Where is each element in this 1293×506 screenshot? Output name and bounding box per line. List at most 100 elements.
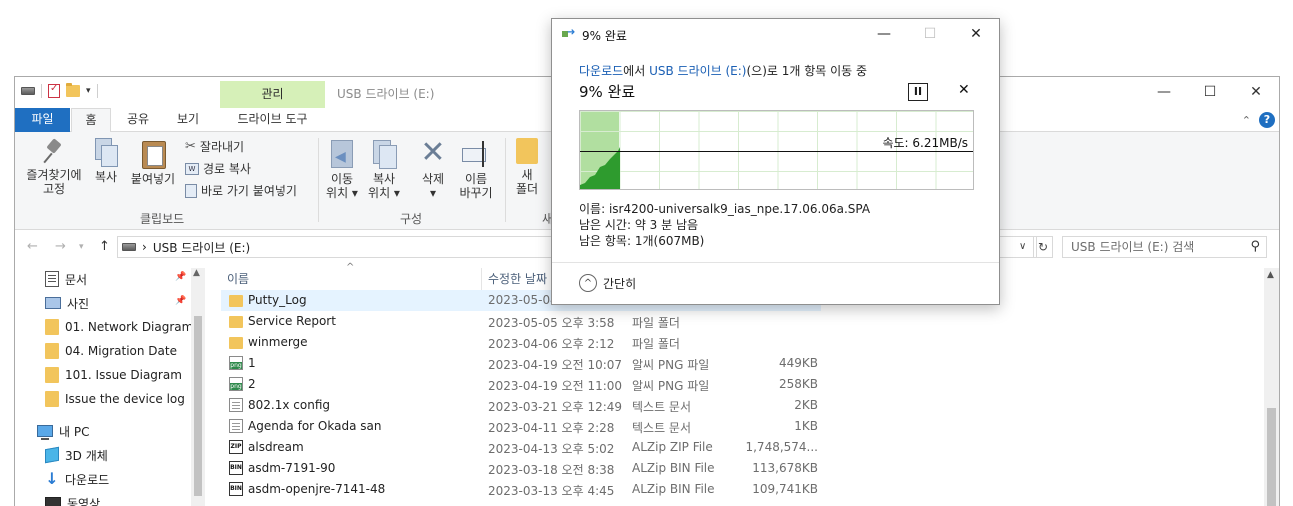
dialog-title-bar: 9% 완료 — ☐ ✕	[552, 19, 999, 50]
file-row[interactable]: winmerge 2023-04-06 오후 2:12 파일 폴더	[221, 332, 821, 353]
source-link[interactable]: 다운로드	[579, 64, 623, 78]
nav-item-videos[interactable]: 동영상	[45, 492, 100, 506]
file-row[interactable]: ZIP alsdream 2023-04-13 오후 5:02 ALZip ZI…	[221, 437, 821, 458]
nav-item-this-pc[interactable]: 내 PC	[37, 420, 89, 442]
nav-item-label: 3D 개체	[65, 448, 108, 463]
bin-file-icon: BIN	[229, 482, 243, 496]
nav-item-network-diagram[interactable]: 01. Network Diagram	[45, 316, 193, 338]
address-dropdown-icon[interactable]: ∨	[1019, 241, 1026, 252]
organize-group-label: 구성	[400, 212, 423, 226]
tab-file[interactable]: 파일	[15, 108, 70, 132]
folder-icon	[229, 337, 243, 349]
column-header-name[interactable]: 이름	[227, 268, 249, 290]
new-folder-label: 새 폴더	[515, 168, 539, 196]
search-input[interactable]	[1063, 237, 1233, 257]
nav-item-pictures[interactable]: 사진 📌	[45, 292, 186, 314]
nav-item-issue-device-log[interactable]: Issue the device log	[45, 388, 185, 410]
back-arrow-icon[interactable]: ←	[27, 239, 38, 254]
file-row[interactable]: BIN asdm-openjre-7141-48 2023-03-13 오후 4…	[221, 479, 821, 500]
sort-ascending-icon: ^	[346, 262, 355, 273]
file-row[interactable]: Agenda for Okada san 2023-04-11 오후 2:28 …	[221, 416, 821, 437]
move-to-button[interactable]: 이동 위치 ▾	[323, 138, 361, 200]
tab-drive-tools[interactable]: 드라이브 도구	[220, 108, 325, 132]
refresh-icon[interactable]: ↻	[1033, 236, 1053, 258]
copy-path-label: 경로 복사	[203, 162, 251, 176]
new-folder-button[interactable]: 새 폴더	[511, 138, 543, 196]
properties-icon[interactable]	[48, 83, 60, 98]
folder-icon	[45, 319, 59, 335]
close-button[interactable]: ✕	[1233, 77, 1279, 107]
recent-locations-chevron-icon[interactable]: ▾	[79, 242, 84, 252]
speed-graph: 속도: 6.21MB/s	[579, 110, 974, 190]
rename-icon	[462, 138, 490, 168]
nav-item-3d-objects[interactable]: 3D 개체	[45, 444, 108, 466]
paste-button[interactable]: 붙여넣기	[127, 138, 179, 186]
file-row[interactable]: 802.1x config 2023-03-21 오후 12:49 텍스트 문서…	[221, 395, 821, 416]
pin-to-quick-access-button[interactable]: 즐겨찾기에 고정	[19, 138, 89, 196]
maximize-button[interactable]: ☐	[1187, 77, 1233, 107]
file-row[interactable]: 1 2023-04-19 오전 10:07 알씨 PNG 파일 449KB	[221, 353, 821, 374]
copy-to-icon	[371, 138, 397, 169]
folder-icon	[229, 295, 243, 307]
progress-status: 9% 완료	[579, 83, 636, 101]
breadcrumb-usb-drive[interactable]: USB 드라이브 (E:)	[153, 239, 250, 256]
copy-to-button[interactable]: 복사 위치 ▾	[365, 138, 403, 200]
folder-icon	[45, 391, 59, 407]
copy-path-button[interactable]: W 경로 복사	[185, 160, 251, 177]
column-header-date[interactable]: 수정한 날짜	[488, 268, 547, 290]
nav-item-label: 사진	[67, 296, 90, 311]
cut-button[interactable]: ✂ 잘라내기	[185, 138, 244, 155]
search-box: ⚲	[1062, 236, 1267, 258]
scroll-thumb[interactable]	[1267, 408, 1276, 506]
new-folder-quick-icon[interactable]	[66, 83, 80, 97]
scroll-up-arrow-icon[interactable]: ▲	[1267, 270, 1274, 280]
nav-item-issue-diagram[interactable]: 101. Issue Diagram	[45, 364, 182, 386]
nav-item-downloads[interactable]: ↓ 다운로드	[45, 468, 109, 490]
text-file-icon	[229, 419, 243, 433]
cancel-transfer-button[interactable]: ✕	[958, 82, 970, 98]
nav-item-label: 내 PC	[59, 424, 90, 439]
forward-arrow-icon[interactable]: →	[55, 239, 66, 254]
file-row[interactable]: Service Report 2023-05-05 오후 3:58 파일 폴더	[221, 311, 821, 332]
delete-label: 삭제 ▾	[421, 172, 445, 200]
nav-scrollbar[interactable]: ▲	[191, 268, 205, 506]
dialog-close-button[interactable]: ✕	[953, 19, 999, 49]
tab-manage-context[interactable]: 관리	[220, 81, 325, 108]
download-arrow-icon: ↓	[45, 469, 59, 488]
delete-button[interactable]: ✕ 삭제 ▾	[415, 135, 451, 201]
text-file-icon	[229, 398, 243, 412]
nav-item-documents[interactable]: 문서 📌	[45, 268, 186, 290]
file-list-scrollbar[interactable]: ▲	[1264, 268, 1279, 506]
pause-button[interactable]: II	[908, 83, 928, 101]
search-icon[interactable]: ⚲	[1250, 239, 1260, 254]
fewer-details-button[interactable]: ^ 간단히	[579, 274, 636, 292]
destination-link[interactable]: USB 드라이브 (E:)	[649, 64, 746, 78]
nav-item-label: 문서	[65, 272, 88, 287]
move-progress-dialog: 9% 완료 — ☐ ✕ 다운로드에서 USB 드라이브 (E:)(으)로 1개 …	[551, 18, 1000, 305]
minimize-button[interactable]: —	[1141, 77, 1187, 107]
copy-to-label: 복사 위치 ▾	[368, 172, 400, 200]
up-arrow-icon[interactable]: ↑	[99, 239, 110, 254]
3d-objects-icon	[45, 446, 59, 464]
file-row[interactable]: 2 2023-04-19 오전 11:00 알씨 PNG 파일 258KB	[221, 374, 821, 395]
tab-view[interactable]: 보기	[165, 108, 211, 132]
collapse-ribbon-icon[interactable]: ⌃	[1242, 114, 1251, 127]
customize-qat-chevron-icon[interactable]: ▾	[86, 86, 91, 96]
paste-icon	[141, 138, 166, 169]
dialog-maximize-button: ☐	[923, 26, 937, 42]
copy-button[interactable]: 복사	[91, 138, 121, 184]
dialog-minimize-button[interactable]: —	[861, 19, 907, 49]
paste-shortcut-button[interactable]: 바로 가기 붙여넣기	[185, 182, 297, 199]
time-remaining-line: 남은 시간: 약 3 분 남음	[579, 218, 699, 232]
rename-button[interactable]: 이름 바꾸기	[455, 138, 497, 200]
nav-item-migration-date[interactable]: 04. Migration Date	[45, 340, 177, 362]
scroll-up-arrow-icon[interactable]: ▲	[193, 268, 200, 278]
file-row[interactable]: BIN asdm-7191-90 2023-03-18 오전 8:38 ALZi…	[221, 458, 821, 479]
pinned-icon: 📌	[175, 296, 187, 306]
pin-icon	[43, 138, 65, 164]
tab-share[interactable]: 공유	[115, 108, 161, 132]
help-icon[interactable]: ?	[1259, 112, 1275, 128]
tab-home[interactable]: 홈	[71, 108, 111, 133]
delete-x-icon: ✕	[420, 135, 446, 170]
scroll-thumb[interactable]	[194, 316, 202, 496]
